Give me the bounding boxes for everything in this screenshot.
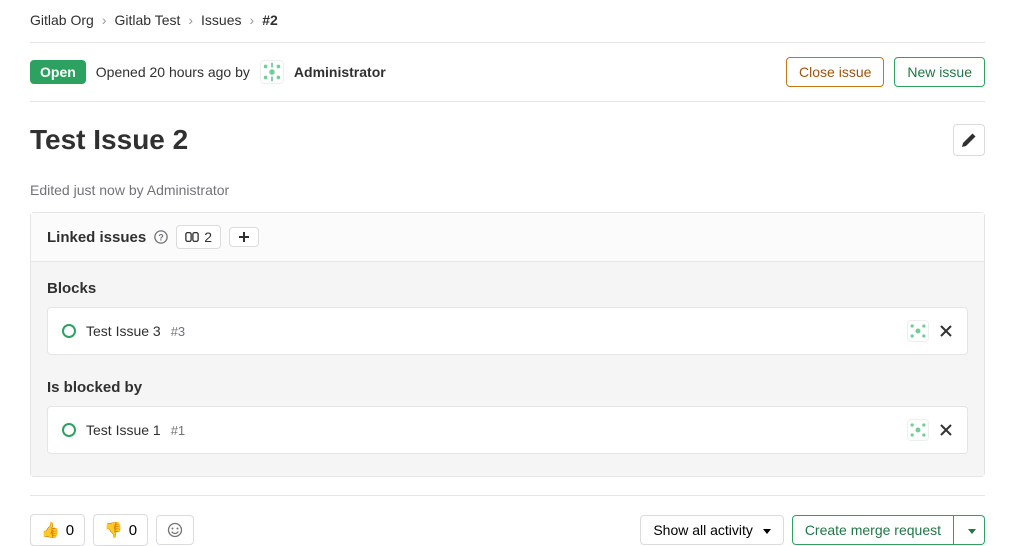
status-badge: Open — [30, 60, 86, 84]
linked-issue-row[interactable]: Test Issue 1 #1 — [47, 406, 968, 454]
assignee-avatar[interactable] — [907, 419, 929, 441]
assignee-avatar[interactable] — [907, 320, 929, 342]
chevron-right-icon: › — [188, 12, 193, 28]
thumbs-down-icon: 👎 — [104, 521, 123, 539]
breadcrumb-current: #2 — [262, 12, 278, 28]
svg-text:?: ? — [159, 233, 164, 243]
opened-text: Opened 20 hours ago by — [96, 64, 250, 80]
remove-link-button[interactable] — [939, 423, 953, 437]
edited-text: Edited just now by Administrator — [30, 160, 985, 212]
linked-issue-name[interactable]: Test Issue 1 — [86, 422, 161, 438]
linked-issue-name[interactable]: Test Issue 3 — [86, 323, 161, 339]
create-mr-button[interactable]: Create merge request — [792, 515, 954, 545]
thumbs-down-button[interactable]: 👎 0 — [93, 514, 148, 546]
breadcrumb: Gitlab Org › Gitlab Test › Issues › #2 — [30, 0, 985, 43]
thumbs-down-count: 0 — [129, 522, 137, 539]
chevron-right-icon: › — [102, 12, 107, 28]
edit-button[interactable] — [953, 124, 985, 156]
thumbs-up-button[interactable]: 👍 0 — [30, 514, 85, 546]
linked-count-value: 2 — [204, 229, 212, 245]
linked-issues-body: Blocks Test Issue 3 #3 Is blocked by Tes… — [31, 262, 984, 476]
remove-link-button[interactable] — [939, 324, 953, 338]
close-issue-button[interactable]: Close issue — [786, 57, 884, 87]
close-icon — [939, 423, 953, 437]
author-link[interactable]: Administrator — [294, 64, 386, 80]
add-reaction-button[interactable] — [156, 515, 194, 545]
linked-issue-ref: #3 — [171, 324, 185, 339]
blocked-by-label: Is blocked by — [47, 361, 968, 406]
thumbs-up-count: 0 — [66, 522, 74, 539]
chevron-right-icon: › — [250, 12, 255, 28]
linked-count: 2 — [176, 225, 221, 249]
activity-filter-button[interactable]: Show all activity — [640, 515, 783, 545]
linked-issues-header: Linked issues ? 2 — [31, 213, 984, 262]
issue-title: Test Issue 2 — [30, 124, 953, 156]
chevron-down-icon — [763, 529, 771, 534]
plus-icon — [238, 231, 250, 243]
thumbs-up-icon: 👍 — [41, 521, 60, 539]
create-mr-group: Create merge request — [792, 515, 985, 545]
activity-filter-label: Show all activity — [653, 522, 753, 538]
add-linked-issue-button[interactable] — [229, 227, 259, 247]
breadcrumb-project[interactable]: Gitlab Test — [114, 12, 180, 28]
link-icon — [185, 230, 199, 244]
create-mr-dropdown-button[interactable] — [954, 515, 985, 545]
issue-header: Open Opened 20 hours ago by Administrato… — [30, 43, 985, 102]
linked-issues-title: Linked issues — [47, 229, 146, 246]
help-icon[interactable]: ? — [154, 230, 168, 244]
linked-issues-panel: Linked issues ? 2 Blocks Test Issue 3 #3… — [30, 212, 985, 477]
footer-row: 👍 0 👎 0 Show all activity Create merge r… — [30, 495, 985, 546]
linked-issue-ref: #1 — [171, 423, 185, 438]
breadcrumb-org[interactable]: Gitlab Org — [30, 12, 94, 28]
close-icon — [939, 324, 953, 338]
new-issue-button[interactable]: New issue — [894, 57, 985, 87]
blocks-label: Blocks — [47, 274, 968, 307]
status-open-icon — [62, 423, 76, 437]
avatar[interactable] — [260, 60, 284, 84]
status-open-icon — [62, 324, 76, 338]
chevron-down-icon — [968, 529, 976, 534]
title-row: Test Issue 2 — [30, 102, 985, 160]
breadcrumb-section[interactable]: Issues — [201, 12, 241, 28]
emoji-icon — [167, 522, 183, 538]
pencil-icon — [961, 132, 977, 148]
linked-issue-row[interactable]: Test Issue 3 #3 — [47, 307, 968, 355]
